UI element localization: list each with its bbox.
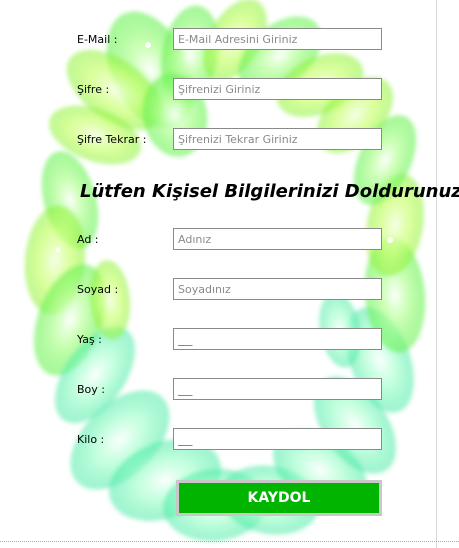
- password-repeat-label: Şifre Tekrar :: [77, 133, 147, 146]
- panel-bottom-border: [0, 541, 459, 542]
- email-label: E-Mail :: [77, 33, 118, 46]
- first-name-label: Ad :: [77, 233, 99, 246]
- age-label: Yaş :: [77, 333, 102, 346]
- personal-info-heading: Lütfen Kişisel Bilgilerinizi Doldurunuz: [80, 181, 459, 202]
- password-label: Şifre :: [77, 83, 110, 96]
- register-button[interactable]: KAYDOL: [176, 480, 382, 516]
- height-field[interactable]: [173, 378, 382, 400]
- height-label: Boy :: [77, 383, 105, 396]
- last-name-field[interactable]: [173, 278, 382, 300]
- first-name-field[interactable]: [173, 228, 382, 250]
- password-field[interactable]: [173, 78, 382, 100]
- email-field[interactable]: [173, 28, 382, 50]
- weight-field[interactable]: [173, 428, 382, 450]
- last-name-label: Soyad :: [77, 283, 119, 296]
- weight-label: Kilo :: [77, 433, 105, 446]
- panel-edge-line: [436, 0, 437, 548]
- age-field[interactable]: [173, 328, 382, 350]
- password-repeat-field[interactable]: [173, 128, 382, 150]
